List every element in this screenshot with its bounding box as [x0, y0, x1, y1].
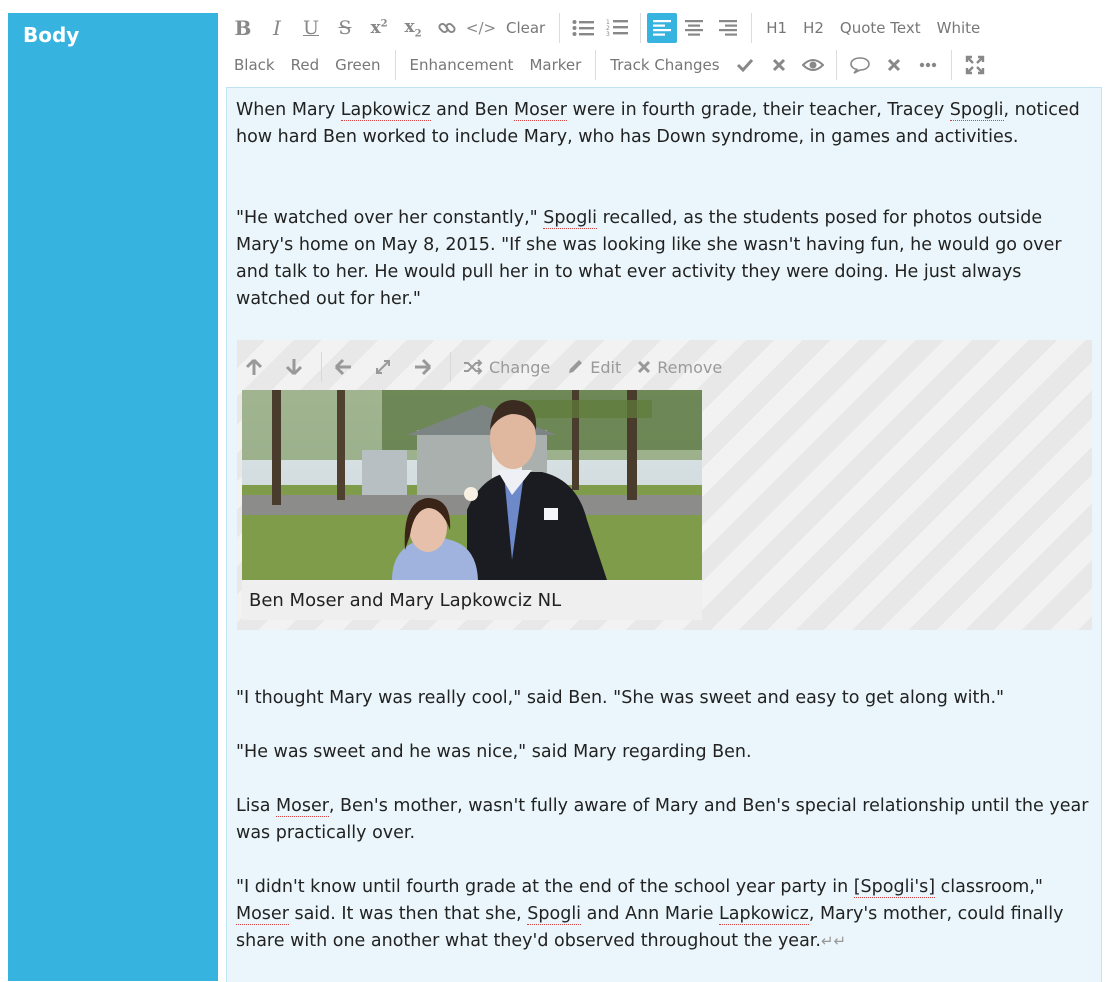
arrow-left-icon — [334, 358, 351, 376]
pencil-icon — [569, 360, 583, 373]
rich-text-editor[interactable]: When Mary Lapkowicz and Ben Moser were i… — [226, 87, 1102, 982]
image-toolbar-divider — [321, 352, 322, 382]
superscript-icon: x2 — [370, 18, 388, 38]
image-caption[interactable]: Ben Moser and Mary Lapkowciz NL — [242, 580, 702, 620]
bold-button[interactable]: B — [226, 13, 260, 43]
italic-icon: I — [273, 16, 281, 40]
line-break-marks: ↵↵ — [820, 932, 847, 950]
accept-change-button[interactable] — [728, 50, 762, 80]
arrow-down-icon — [285, 359, 303, 376]
track-changes-button[interactable]: Track Changes — [602, 50, 727, 80]
link-icon — [438, 22, 456, 34]
paragraph-1: When Mary Lapkowicz and Ben Moser were i… — [236, 100, 1080, 147]
enhancement-button[interactable]: Enhancement — [402, 50, 522, 80]
resize-button[interactable] — [366, 352, 406, 382]
paragraph-5: Lisa Moser, Ben's mother, wasn't fully a… — [236, 796, 1089, 843]
resize-icon — [376, 360, 390, 374]
close-icon — [772, 58, 785, 72]
expand-icon — [965, 55, 984, 75]
image-toolbar: Change Edit Remove — [237, 348, 730, 386]
black-button[interactable]: Black — [226, 50, 283, 80]
green-button[interactable]: Green — [327, 50, 388, 80]
more-button[interactable] — [911, 50, 945, 80]
strikethrough-button[interactable]: S — [328, 13, 362, 43]
toolbar-row-1: B I U S x2 x2 </> Clear 123 H1 H2 Quote … — [226, 10, 988, 46]
toolbar-divider — [559, 13, 561, 43]
field-sidebar: Body — [8, 13, 218, 981]
checkmark-icon — [736, 58, 753, 73]
subscript-icon: x2 — [404, 16, 422, 40]
bullet-list-icon — [572, 20, 595, 36]
edit-image-button[interactable]: Edit — [558, 352, 629, 382]
photo-illustration — [242, 390, 702, 580]
svg-text:3: 3 — [606, 31, 610, 38]
comment-button[interactable] — [843, 50, 877, 80]
toolbar-divider — [640, 13, 642, 43]
arrow-right-icon — [415, 358, 432, 376]
paragraph-6: "I didn't know until fourth grade at the… — [236, 877, 1064, 951]
change-image-button[interactable]: Change — [455, 352, 558, 382]
toolbar-divider — [835, 50, 837, 80]
move-right-button[interactable] — [406, 352, 446, 382]
move-left-button[interactable] — [326, 352, 366, 382]
toolbar-divider — [950, 50, 952, 80]
align-left-button[interactable] — [647, 13, 678, 43]
code-button[interactable]: </> — [464, 13, 498, 43]
h2-button[interactable]: H2 — [795, 13, 832, 43]
underline-icon: U — [302, 17, 319, 39]
image-toolbar-divider — [450, 352, 451, 382]
photo — [242, 390, 702, 580]
italic-button[interactable]: I — [260, 13, 294, 43]
red-button[interactable]: Red — [283, 50, 328, 80]
paragraph-2: "He watched over her constantly," Spogli… — [236, 208, 1062, 309]
close-icon — [887, 58, 900, 72]
paragraph-4: "He was sweet and he was nice," said Mar… — [236, 742, 752, 762]
speech-bubble-icon — [849, 57, 870, 74]
toolbar-divider — [394, 50, 396, 80]
numbered-list-button[interactable]: 123 — [600, 13, 634, 43]
edit-label: Edit — [590, 357, 622, 377]
bullet-list-button[interactable] — [566, 13, 600, 43]
caption-text: Ben Moser and Mary Lapkowciz NL — [249, 589, 562, 611]
align-center-button[interactable] — [677, 13, 711, 43]
remove-label: Remove — [657, 357, 723, 377]
link-button[interactable] — [430, 13, 464, 43]
quote-text-button[interactable]: Quote Text — [832, 13, 929, 43]
close-icon — [638, 360, 651, 374]
strikethrough-icon: S — [338, 17, 352, 39]
toolbar-divider — [751, 13, 753, 43]
remove-image-button[interactable]: Remove — [629, 352, 730, 382]
shuffle-icon — [464, 359, 483, 375]
underline-button[interactable]: U — [294, 13, 328, 43]
toolbar-divider — [595, 50, 597, 80]
paragraph-3: "I thought Mary was really cool," said B… — [236, 688, 1005, 708]
delete-comment-button[interactable] — [877, 50, 911, 80]
fullscreen-button[interactable] — [958, 50, 992, 80]
show-changes-button[interactable] — [796, 50, 830, 80]
h1-button[interactable]: H1 — [758, 13, 795, 43]
clear-button[interactable]: Clear — [498, 13, 553, 43]
embedded-image-block[interactable]: Change Edit Remove Ben Moser and Mary La… — [237, 340, 1092, 630]
toolbar-row-2: Black Red Green Enhancement Marker Track… — [226, 47, 992, 83]
white-button[interactable]: White — [929, 13, 989, 43]
move-up-button[interactable] — [237, 352, 277, 382]
ellipsis-icon — [919, 62, 936, 68]
numbered-list-icon: 123 — [606, 19, 629, 38]
arrow-up-icon — [245, 358, 263, 375]
align-center-icon — [685, 20, 704, 36]
marker-button[interactable]: Marker — [521, 50, 589, 80]
superscript-button[interactable]: x2 — [362, 13, 396, 43]
align-left-icon — [653, 20, 672, 36]
field-label: Body — [23, 23, 80, 47]
code-icon: </> — [465, 19, 497, 37]
bold-icon: B — [234, 16, 252, 40]
move-down-button[interactable] — [277, 352, 317, 382]
align-right-icon — [719, 20, 738, 36]
eye-icon — [801, 59, 824, 71]
subscript-button[interactable]: x2 — [396, 13, 430, 43]
change-label: Change — [489, 357, 551, 377]
align-right-button[interactable] — [711, 13, 745, 43]
reject-change-button[interactable] — [762, 50, 796, 80]
